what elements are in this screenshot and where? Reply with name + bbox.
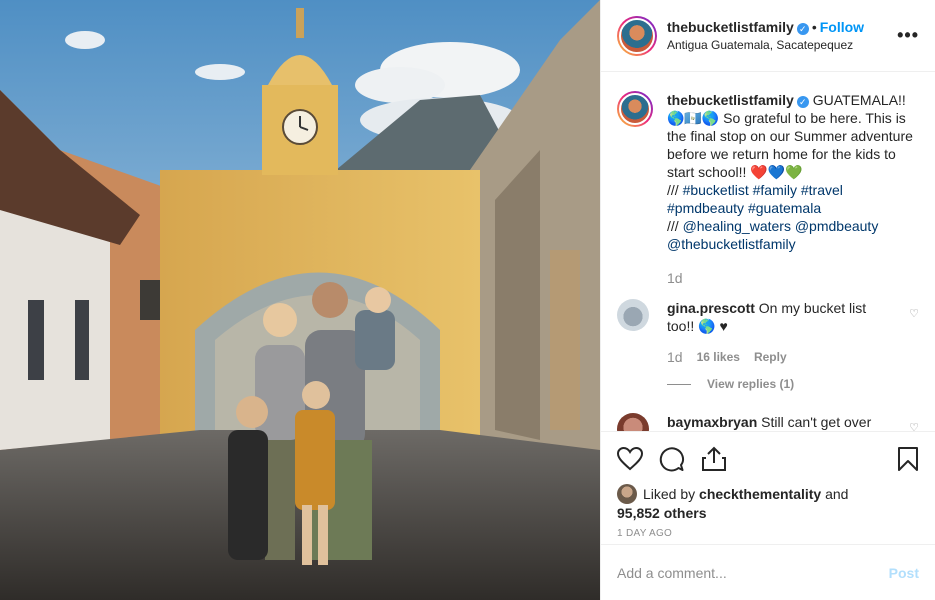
bookmark-icon[interactable] (897, 446, 919, 472)
hashtag-link[interactable]: #travel (801, 182, 843, 198)
share-icon[interactable] (701, 446, 727, 472)
commenter-avatar[interactable] (617, 299, 649, 331)
add-comment-input[interactable] (617, 564, 889, 581)
author-avatar[interactable] (617, 15, 657, 56)
heart-icon[interactable] (617, 447, 643, 471)
comment-likes[interactable]: 16 likes (697, 350, 740, 364)
post-photo[interactable] (0, 0, 600, 600)
comment-likes-count[interactable]: 16 likes (697, 350, 740, 364)
likes-summary: Liked by checkthementality and (617, 484, 919, 504)
replies-divider (667, 383, 691, 385)
caption-prefix: /// (667, 182, 683, 198)
mention-link[interactable]: @pmdbeauty (795, 218, 878, 234)
comments-area[interactable]: thebucketlistfamily ✓ GUATEMALA!! 🌎🇬🇹🌎 So… (601, 73, 935, 431)
comment-body: baymaxbryan Still can't get over (667, 413, 897, 431)
view-replies-label[interactable]: View replies (1) (707, 377, 794, 391)
post-actions: Liked by checkthementality and 95,852 ot… (601, 431, 935, 539)
add-comment-bar: Post (601, 544, 935, 600)
action-icons (617, 442, 919, 476)
more-options-icon[interactable]: ••• (897, 25, 919, 46)
liked-by-line: Liked by checkthementality and (643, 485, 848, 503)
post-header: thebucketlistfamily ✓ • Follow Antigua Guat… (601, 0, 935, 72)
post-comment-button[interactable]: Post (889, 565, 919, 581)
commenter-username[interactable]: gina.prescott (667, 300, 755, 316)
caption-prefix: /// (667, 218, 683, 234)
liked-by-prefix: Liked by (643, 486, 700, 502)
comment-age[interactable]: 1d (667, 349, 683, 365)
mention-link[interactable]: @thebucketlistfamily (667, 236, 796, 252)
comment-item: gina.prescott On my bucket list too!! 🌎 … (617, 299, 919, 391)
avatar-image (619, 17, 655, 54)
mention-link[interactable]: @healing_waters (683, 218, 791, 234)
view-replies[interactable]: View replies (1) (667, 377, 919, 391)
post-time-ago[interactable]: 1 DAY AGO (617, 528, 919, 539)
post-side-panel: thebucketlistfamily ✓ • Follow Antigua Guat… (600, 0, 935, 600)
separator-dot: • (811, 18, 817, 35)
avatar-image (619, 93, 651, 125)
header-text: thebucketlistfamily ✓ • Follow Antigua Guat… (667, 18, 897, 54)
comment-icon[interactable] (659, 446, 685, 472)
like-comment-heart-icon[interactable]: ♡ (909, 421, 919, 431)
instagram-post: thebucketlistfamily ✓ • Follow Antigua Guat… (0, 0, 935, 600)
comment-body: gina.prescott On my bucket list too!! 🌎 … (667, 299, 897, 335)
comment-text: Still can't get over (757, 414, 872, 430)
comment-meta: 1d 16 likes Reply (667, 349, 919, 365)
commenter-avatar[interactable] (617, 413, 649, 431)
reply-label[interactable]: Reply (754, 350, 787, 364)
commenter-username[interactable]: baymaxbryan (667, 414, 757, 430)
hashtag-link[interactable]: #family (753, 182, 797, 198)
comment-row: gina.prescott On my bucket list too!! 🌎 … (617, 299, 919, 335)
follow-button[interactable]: Follow (820, 19, 864, 35)
caption-body: thebucketlistfamily ✓ GUATEMALA!! 🌎🇬🇹🌎 So… (667, 91, 919, 287)
comment-item: baymaxbryan Still can't get over ♡ (617, 413, 919, 431)
liker-username[interactable]: checkthementality (699, 486, 821, 502)
caption-username[interactable]: thebucketlistfamily (667, 92, 794, 108)
liker-avatar[interactable] (617, 484, 637, 504)
caption: thebucketlistfamily ✓ GUATEMALA!! 🌎🇬🇹🌎 So… (617, 91, 919, 287)
caption-avatar[interactable] (617, 91, 653, 127)
author-username[interactable]: thebucketlistfamily (667, 19, 794, 35)
comment-row: baymaxbryan Still can't get over ♡ (617, 413, 919, 431)
verified-badge-icon: ✓ (796, 96, 809, 108)
hashtag-link[interactable]: #pmdbeauty (667, 200, 744, 216)
post-image (0, 0, 600, 600)
liked-by-and: and (821, 486, 849, 502)
like-comment-heart-icon[interactable]: ♡ (909, 307, 919, 320)
hashtag-link[interactable]: #bucketlist (683, 182, 749, 198)
reply-button[interactable]: Reply (754, 350, 787, 364)
verified-badge-icon: ✓ (796, 22, 809, 35)
post-location[interactable]: Antigua Guatemala, Sacatepequez (667, 36, 897, 54)
hashtag-link[interactable]: #guatemala (748, 200, 821, 216)
likes-count[interactable]: 95,852 others (617, 504, 919, 522)
caption-age[interactable]: 1d (667, 269, 919, 287)
